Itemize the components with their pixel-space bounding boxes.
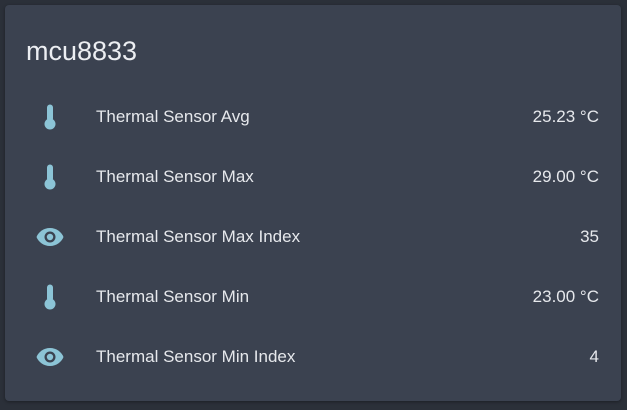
entity-value: 29.00 °C [532, 167, 599, 186]
card-title: mcu8833 [26, 36, 138, 66]
entity-name: Thermal Sensor Min Index [96, 347, 296, 366]
entity-list: Thermal Sensor Avg 25.23 °C Thermal Sens… [5, 87, 621, 387]
entity-name: Thermal Sensor Avg [96, 107, 250, 126]
entity-row-thermal-sensor-max[interactable]: Thermal Sensor Max 29.00 °C [5, 147, 621, 207]
entity-value: 23.00 °C [532, 287, 599, 306]
entity-name: Thermal Sensor Min [96, 287, 250, 306]
entity-value: 4 [589, 347, 599, 366]
eye-icon [30, 337, 70, 377]
entity-row-thermal-sensor-avg[interactable]: Thermal Sensor Avg 25.23 °C [5, 87, 621, 147]
entity-name: Thermal Sensor Max Index [96, 227, 301, 246]
thermometer-icon [30, 277, 70, 317]
entities-card: mcu8833 Thermal Sensor Avg 25.23 °C Ther… [5, 5, 621, 401]
entity-row-thermal-sensor-min-index[interactable]: Thermal Sensor Min Index 4 [5, 327, 621, 387]
entity-row-thermal-sensor-max-index[interactable]: Thermal Sensor Max Index 35 [5, 207, 621, 267]
thermometer-icon [30, 157, 70, 197]
entity-name: Thermal Sensor Max [96, 167, 254, 186]
thermometer-icon [30, 97, 70, 137]
entity-value: 25.23 °C [532, 107, 599, 126]
entity-row-thermal-sensor-min[interactable]: Thermal Sensor Min 23.00 °C [5, 267, 621, 327]
eye-icon [30, 217, 70, 257]
entity-value: 35 [580, 227, 599, 246]
